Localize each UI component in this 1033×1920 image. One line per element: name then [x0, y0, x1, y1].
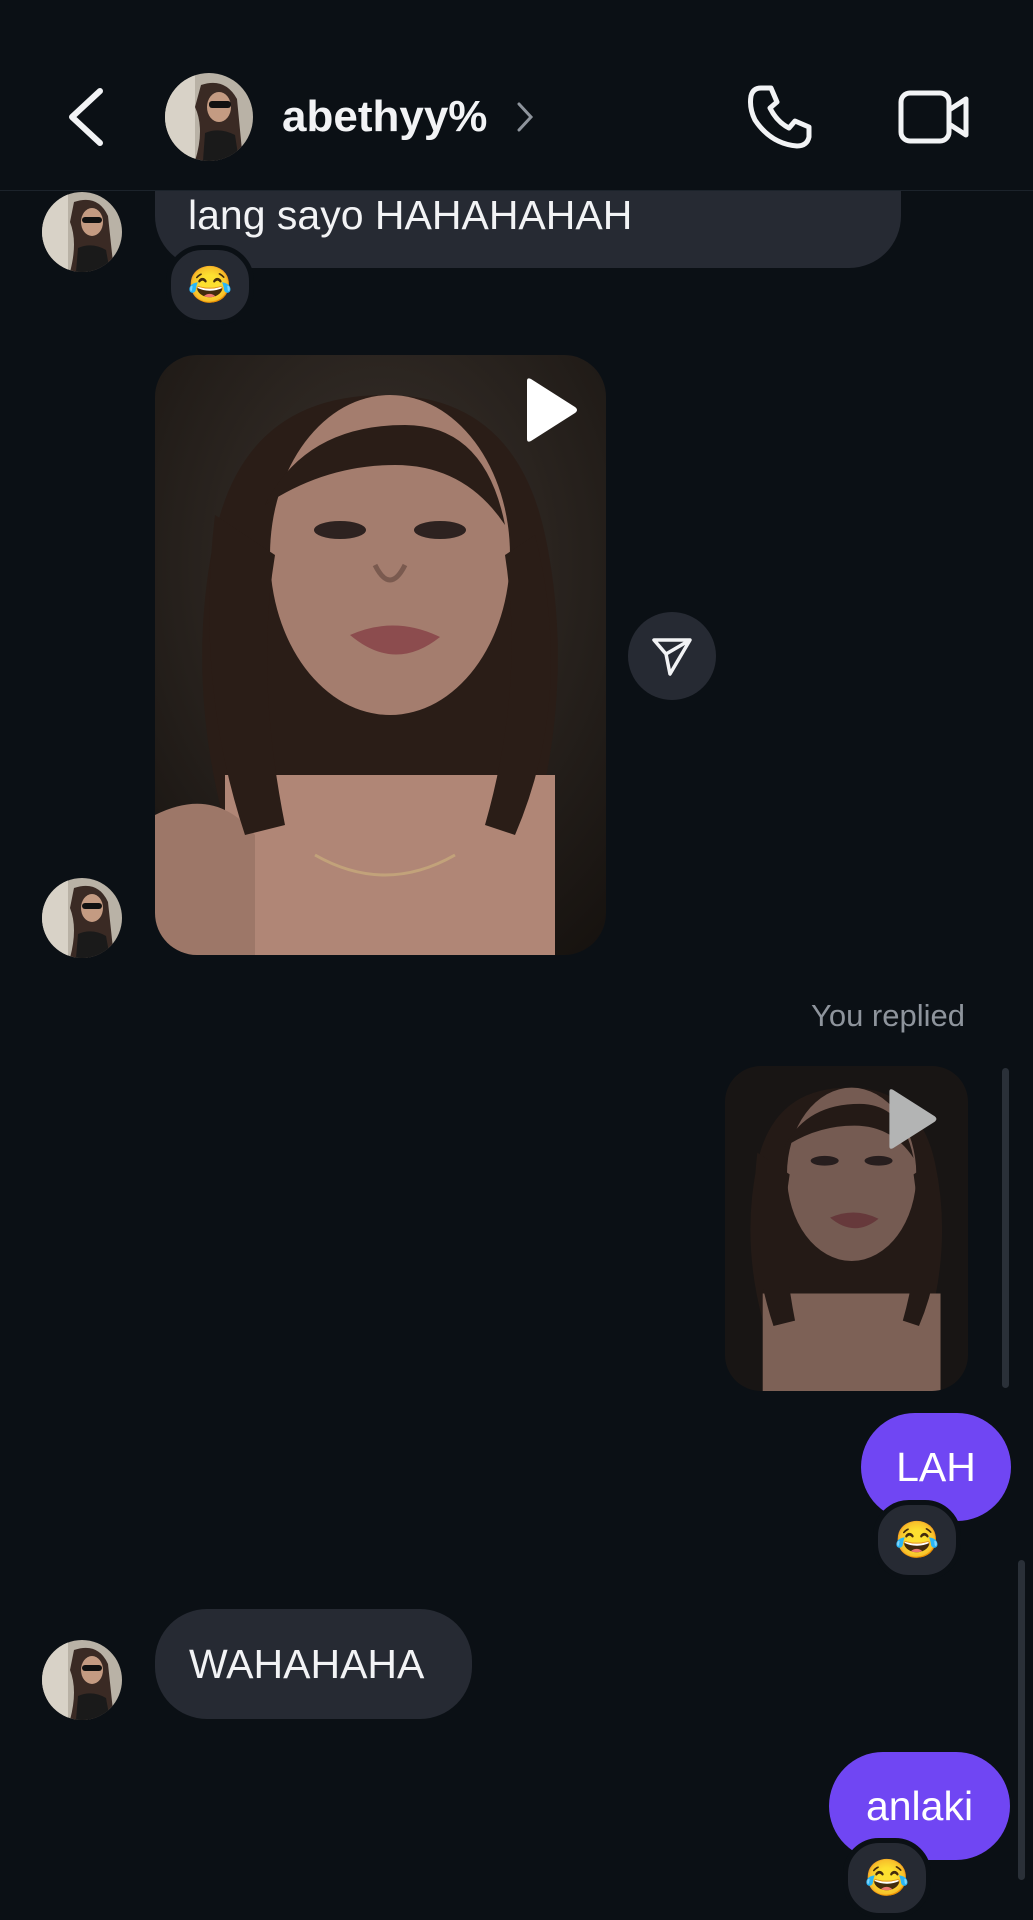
video-camera-icon[interactable]	[898, 88, 970, 146]
phone-icon[interactable]	[745, 82, 815, 152]
contact-username[interactable]: abethyy%	[282, 92, 487, 142]
laughing-emoji-icon: 😂	[894, 1519, 940, 1560]
reaction-badge[interactable]: 😂	[166, 245, 254, 325]
video-frame	[155, 355, 606, 955]
chat-header: abethyy%	[0, 0, 1033, 191]
message-text: WAHAHAHA	[189, 1641, 425, 1687]
laughing-emoji-icon: 😂	[187, 264, 233, 305]
sender-avatar[interactable]	[42, 1640, 122, 1720]
paper-plane-icon	[652, 638, 692, 676]
sender-avatar[interactable]	[42, 878, 122, 958]
play-icon[interactable]	[883, 1088, 939, 1150]
sender-avatar[interactable]	[42, 192, 122, 272]
incoming-message-bubble[interactable]: WAHAHAHA	[155, 1609, 472, 1719]
chevron-right-icon	[517, 102, 534, 132]
message-text: anlaki	[865, 1783, 974, 1829]
contact-avatar[interactable]	[165, 73, 253, 161]
outgoing-message-bubble[interactable]: anlaki	[829, 1752, 1010, 1860]
replied-video-thumbnail[interactable]	[725, 1066, 968, 1391]
video-message-thumbnail[interactable]	[155, 355, 606, 955]
reaction-badge[interactable]: 😂	[843, 1838, 931, 1918]
scroll-indicator	[1002, 1068, 1009, 1388]
laughing-emoji-icon: 😂	[864, 1857, 910, 1898]
share-button[interactable]	[628, 612, 716, 700]
reaction-badge[interactable]: 😂	[873, 1500, 961, 1580]
back-chevron-icon[interactable]	[62, 85, 112, 149]
replied-label: You replied	[811, 998, 965, 1033]
play-icon[interactable]	[521, 377, 579, 443]
message-text: lang sayo HAHAHAHAH	[188, 192, 633, 238]
message-text: LAH	[896, 1444, 976, 1490]
scroll-indicator	[1018, 1560, 1025, 1880]
